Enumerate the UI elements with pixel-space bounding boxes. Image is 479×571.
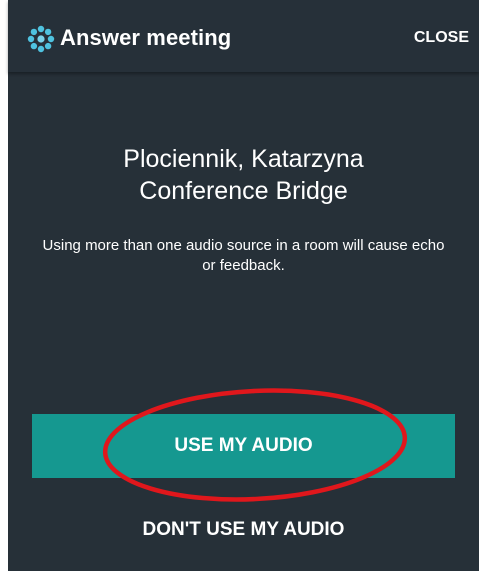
echo-warning-text: Using more than one audio source in a ro… (42, 237, 445, 274)
dialog-title: Answer meeting (60, 25, 232, 50)
use-my-audio-button[interactable]: USE MY AUDIO (32, 414, 455, 478)
dialog-header: Answer meeting CLOSE (8, 0, 479, 72)
dont-use-my-audio-button[interactable]: DON'T USE MY AUDIO (32, 508, 455, 552)
caller-type: Conference Bridge (139, 177, 348, 205)
answer-meeting-dialog: Answer meeting CLOSE Plociennik, Katarzy… (8, 0, 479, 571)
caller-name: Plociennik, Katarzyna (123, 145, 364, 173)
page-margin (0, 0, 8, 571)
close-button[interactable]: CLOSE (414, 29, 469, 47)
caller-info: Plociennik, Katarzyna Conference Bridge (8, 143, 479, 207)
starburst-logo-icon (27, 25, 55, 53)
